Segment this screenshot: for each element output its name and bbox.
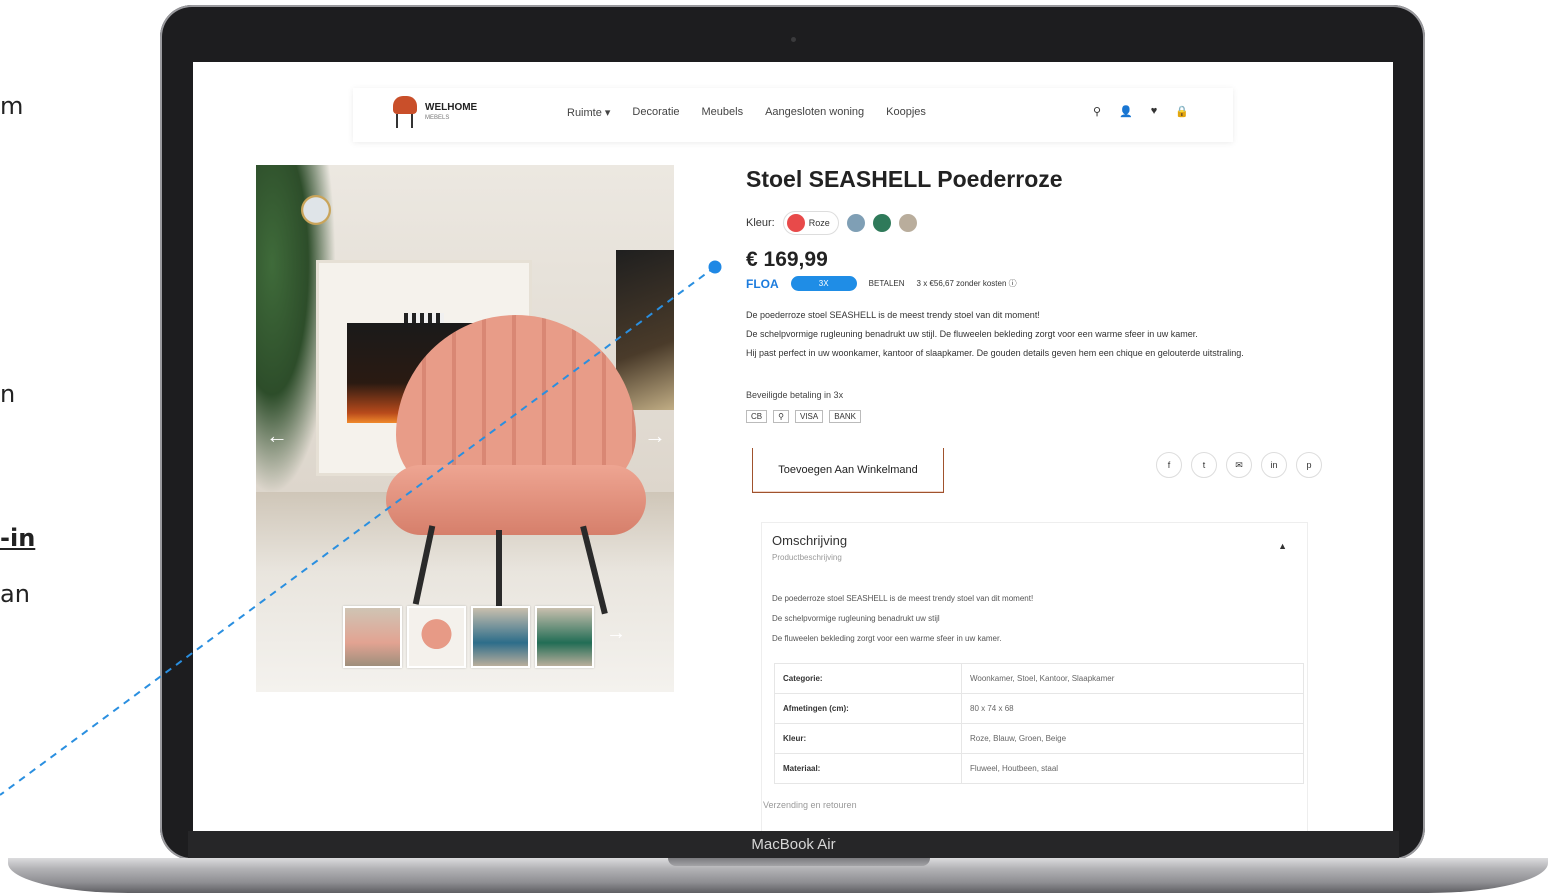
mobile-pay-icon: ⚲	[773, 410, 789, 423]
camera-dot	[791, 37, 796, 42]
gallery-prev-arrow[interactable]: ←	[266, 423, 288, 449]
thumbnail[interactable]	[535, 606, 594, 668]
thumbnail-strip	[343, 606, 594, 668]
cart-icon[interactable]: 🔒	[1175, 105, 1189, 118]
chair-logo-icon	[391, 96, 421, 130]
card-icon: CB	[746, 410, 768, 423]
table-row: Categorie: Woonkamer, Stoel, Kantoor, Sl…	[774, 663, 1304, 694]
search-icon[interactable]: ⚲	[1093, 105, 1101, 118]
payment-icons: CB ⚲ VISA BANK	[746, 410, 862, 423]
description-panel: Omschrijving Productbeschrijving ▲ De po…	[761, 522, 1308, 831]
floa-3x-toggle[interactable]: 3X	[790, 276, 857, 291]
browser-screen: WELHOME MEBELS Ruimte ▾ Decoratie Meubel…	[193, 62, 1393, 831]
floa-payment-row: FLOA 3X BETALEN 3 x €56,67 zonder kosten…	[746, 276, 1017, 291]
main-nav: Ruimte ▾ Decoratie Meubels Aangesloten w…	[567, 106, 926, 119]
thumbnail[interactable]	[471, 606, 530, 668]
table-row: Afmetingen (cm): 80 x 74 x 68	[774, 693, 1304, 724]
user-icon[interactable]: 👤	[1119, 105, 1133, 118]
nav-item-decoratie[interactable]: Decoratie	[632, 106, 679, 119]
add-to-cart-button[interactable]: Toevoegen Aan Winkelmand	[752, 448, 944, 493]
side-text-fragment: n	[0, 380, 16, 408]
linkedin-icon[interactable]: in	[1261, 452, 1287, 478]
product-price: € 169,99	[746, 248, 828, 271]
secure-payment-label: Beveiligde betaling in 3x	[746, 390, 844, 400]
gallery-next-arrow[interactable]: →	[644, 423, 666, 449]
facebook-icon[interactable]: f	[1156, 452, 1182, 478]
heart-icon[interactable]: ♥	[1151, 105, 1158, 118]
thumbnail-next-arrow[interactable]: →	[606, 622, 626, 645]
device-label: MacBook Air	[751, 836, 836, 853]
floa-logo: FLOA	[746, 276, 779, 291]
side-text-fragment: m	[0, 92, 24, 120]
site-header: WELHOME MEBELS Ruimte ▾ Decoratie Meubel…	[353, 88, 1233, 142]
table-row: Kleur: Roze, Blauw, Groen, Beige	[774, 723, 1304, 754]
color-swatch-green[interactable]	[872, 214, 891, 232]
description-heading[interactable]: Omschrijving	[772, 533, 847, 548]
shipping-section-heading[interactable]: Verzending en retouren	[763, 800, 857, 810]
spec-table: Categorie: Woonkamer, Stoel, Kantoor, Sl…	[774, 663, 1304, 784]
thumbnail[interactable]	[343, 606, 402, 668]
description-lines: De poederroze stoel SEASHELL is de meest…	[772, 594, 1034, 643]
color-swatch-selected[interactable]: Roze	[782, 211, 839, 235]
product-description: De poederroze stoel SEASHELL is de meest…	[746, 310, 1244, 358]
nav-item-aangesloten-woning[interactable]: Aangesloten woning	[765, 106, 864, 119]
color-selector: Kleur: Roze	[746, 211, 917, 235]
email-icon[interactable]: ✉	[1226, 452, 1252, 478]
nav-item-meubels[interactable]: Meubels	[702, 106, 744, 119]
bank-icon: BANK	[829, 410, 862, 423]
swatch-dot	[786, 214, 805, 232]
laptop-base	[8, 858, 1548, 893]
product-info: Stoel SEASHELL Poederroze Kleur: Roze € …	[746, 166, 1326, 831]
color-label: Kleur:	[746, 217, 775, 229]
visa-icon: VISA	[794, 410, 824, 423]
logo-text: WELHOME MEBELS	[425, 102, 478, 122]
side-text-fragment-emphasis: -in	[0, 524, 36, 552]
color-swatch-beige[interactable]	[898, 214, 917, 232]
side-text-fragment: an	[0, 580, 30, 608]
floa-installment: 3 x €56,67 zonder kosten ⓘ	[916, 279, 1017, 288]
twitter-icon[interactable]: t	[1191, 452, 1217, 478]
floa-label: BETALEN	[868, 279, 905, 288]
pinterest-icon[interactable]: p	[1296, 452, 1322, 478]
collapse-caret-icon[interactable]: ▲	[1278, 541, 1287, 551]
description-subheading: Productbeschrijving	[772, 553, 842, 562]
header-icons: ⚲ 👤 ♥ 🔒	[1093, 105, 1189, 118]
nav-item-koopjes[interactable]: Koopjes	[886, 106, 926, 119]
product-title: Stoel SEASHELL Poederroze	[746, 166, 1063, 192]
social-share: f t ✉ in p	[1156, 452, 1322, 478]
thumbnail[interactable]	[407, 606, 466, 668]
table-row: Materiaal: Fluweel, Houtbeen, staal	[774, 753, 1304, 784]
laptop-bezel-chin: MacBook Air	[188, 831, 1399, 859]
color-swatch-blue[interactable]	[846, 214, 865, 232]
site-logo[interactable]: WELHOME MEBELS	[391, 96, 477, 130]
nav-item-ruimte[interactable]: Ruimte ▾	[567, 106, 610, 119]
